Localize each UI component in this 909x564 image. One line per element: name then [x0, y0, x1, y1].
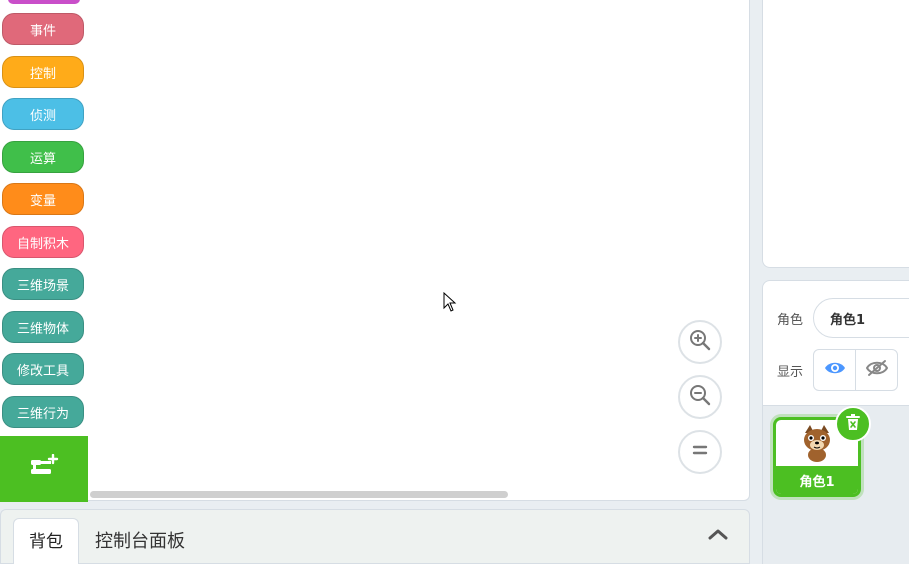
- zoom-in-icon: [688, 328, 712, 356]
- add-extension-icon: [29, 453, 59, 484]
- show-label: 显示: [777, 365, 804, 380]
- category-label: 三维场景: [16, 278, 69, 294]
- show-sprite-button[interactable]: [813, 349, 856, 391]
- category-looks[interactable]: [8, 0, 80, 4]
- zoom-out-button[interactable]: [678, 375, 722, 419]
- tab-console-label: 控制台面板: [95, 531, 185, 552]
- category-label: 修改工具: [16, 363, 69, 379]
- category-modify-tools[interactable]: 修改工具: [2, 353, 84, 385]
- mouse-cursor-icon: [443, 291, 457, 316]
- eye-off-icon: [865, 359, 888, 381]
- category-label: 运算: [29, 151, 56, 167]
- category-3d-scene[interactable]: 三维场景: [2, 268, 84, 300]
- category-events[interactable]: 事件: [2, 13, 84, 45]
- sprite-name-input[interactable]: 角色1: [813, 298, 909, 338]
- category-my-blocks[interactable]: 自制积木: [2, 226, 84, 258]
- tab-backpack[interactable]: 背包: [13, 518, 79, 564]
- zoom-reset-icon: [690, 440, 710, 464]
- chevron-up-icon[interactable]: [707, 526, 729, 545]
- zoom-reset-button[interactable]: [678, 430, 722, 474]
- zoom-in-button[interactable]: [678, 320, 722, 364]
- delete-sprite-button[interactable]: [835, 406, 871, 442]
- sprite-label: 角色: [777, 313, 804, 328]
- category-label: 三维物体: [16, 321, 69, 337]
- sprite-thumbnail: [800, 423, 834, 467]
- zoom-out-icon: [688, 383, 712, 411]
- sprite-info-panel: 角色 角色1 显示: [762, 280, 909, 406]
- tab-console[interactable]: 控制台面板: [95, 527, 185, 553]
- sprite-name-value: 角色1: [830, 312, 866, 328]
- category-operators[interactable]: 运算: [2, 141, 84, 173]
- category-3d-behavior[interactable]: 三维行为: [2, 396, 84, 428]
- category-label: 三维行为: [16, 406, 69, 422]
- category-control[interactable]: 控制: [2, 56, 84, 88]
- hide-sprite-button[interactable]: [855, 349, 898, 391]
- add-extension-button[interactable]: [0, 436, 88, 502]
- category-label: 侦测: [29, 108, 56, 124]
- category-label: 自制积木: [16, 236, 69, 252]
- sprite-list: 角色1: [762, 406, 909, 564]
- stage-canvas[interactable]: [762, 0, 909, 268]
- category-label: 变量: [29, 193, 56, 209]
- sprite-card-label: 角色1: [776, 466, 858, 494]
- category-label: 控制: [29, 66, 56, 82]
- tab-backpack-label: 背包: [29, 532, 63, 552]
- code-workspace[interactable]: [88, 0, 750, 501]
- eye-icon: [824, 360, 846, 380]
- category-menu: 事件 控制 侦测 运算 变量 自制积木 三维场景 三维物体 修改工具 三维行为: [0, 0, 88, 436]
- category-label: 事件: [29, 23, 56, 39]
- category-variables[interactable]: 变量: [2, 183, 84, 215]
- category-sensing[interactable]: 侦测: [2, 98, 84, 130]
- category-3d-object[interactable]: 三维物体: [2, 311, 84, 343]
- trash-icon: [845, 413, 861, 435]
- horizontal-scrollbar[interactable]: [90, 491, 508, 498]
- bottom-panel: 背包 控制台面板: [0, 509, 750, 564]
